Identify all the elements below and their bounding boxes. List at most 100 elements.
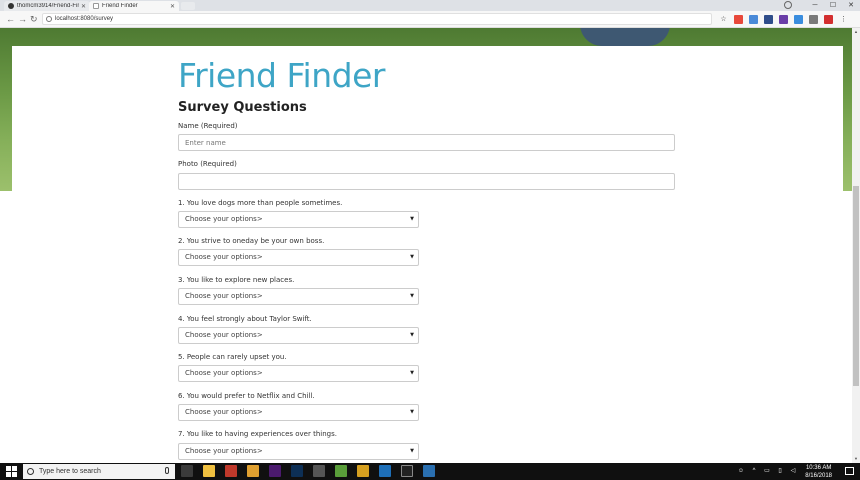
page-scrollbar[interactable]: ▲ ▼ — [852, 28, 860, 463]
question-5-label: 5. People can rarely upset you. — [178, 353, 287, 361]
caret-down-icon: ▼ — [410, 216, 414, 222]
profile-icon[interactable] — [784, 1, 792, 9]
extension-icon[interactable] — [764, 15, 773, 24]
extension-icons: ☆ ⋮ — [719, 15, 854, 24]
tab-friend-finder[interactable]: Friend Finder ✕ — [89, 1, 179, 11]
select-value: Choose your options> — [185, 253, 263, 261]
reload-button[interactable]: ↻ — [30, 14, 38, 25]
question-2-select[interactable]: Choose your options> ▼ — [178, 249, 419, 266]
question-7-select[interactable]: Choose your options> ▼ — [178, 443, 419, 460]
question-7-label: 7. You like to having experiences over t… — [178, 430, 337, 438]
question-1-label: 1. You love dogs more than people someti… — [178, 199, 343, 207]
task-view-icon[interactable] — [181, 465, 193, 477]
question-5-select[interactable]: Choose your options> ▼ — [178, 365, 419, 382]
extension-icon[interactable] — [734, 15, 743, 24]
question-3-select[interactable]: Choose your options> ▼ — [178, 288, 419, 305]
scroll-up-icon[interactable]: ▲ — [852, 28, 860, 36]
caret-down-icon: ▼ — [410, 254, 414, 260]
tab-title: thomcm3914/Friend-Fin — [17, 3, 79, 9]
close-window-button[interactable]: ✕ — [842, 0, 860, 11]
select-value: Choose your options> — [185, 447, 263, 455]
premiere-icon[interactable] — [269, 465, 281, 477]
question-6-select[interactable]: Choose your options> ▼ — [178, 404, 419, 421]
system-tray: ☺ ^ ▭ ▯ ◁ — [737, 467, 802, 475]
store-icon[interactable] — [313, 465, 325, 477]
photoshop-icon[interactable] — [291, 465, 303, 477]
question-4-label: 4. You feel strongly about Taylor Swift. — [178, 315, 312, 323]
extension-icon[interactable] — [749, 15, 758, 24]
question-4-select[interactable]: Choose your options> ▼ — [178, 327, 419, 344]
volume-icon[interactable]: ◁ — [789, 467, 797, 475]
select-value: Choose your options> — [185, 408, 263, 416]
people-icon[interactable]: ☺ — [737, 467, 745, 475]
name-input[interactable] — [178, 134, 675, 151]
pdf-icon[interactable] — [824, 15, 833, 24]
select-value: Choose your options> — [185, 292, 263, 300]
page-icon — [93, 3, 99, 9]
scroll-down-icon[interactable]: ▼ — [852, 455, 860, 463]
browser-toolbar: ← → ↻ localhost:8080/survey ☆ ⋮ — [0, 11, 860, 28]
terminal-icon[interactable] — [401, 465, 413, 477]
clock-time: 10:36 AM — [805, 465, 832, 471]
microphone-icon[interactable] — [165, 467, 169, 474]
taskbar: Type here to search ☺ ^ ▭ ▯ ◁ 10:36 AM 8… — [0, 463, 860, 480]
menu-icon[interactable]: ⋮ — [839, 15, 848, 24]
clock-date: 8/16/2018 — [805, 473, 832, 479]
file-explorer-icon[interactable] — [203, 465, 215, 477]
survey-heading: Survey Questions — [178, 100, 307, 115]
page-title: Friend Finder — [178, 56, 385, 95]
photo-input[interactable] — [178, 173, 675, 190]
close-icon[interactable]: ✕ — [170, 3, 175, 10]
taskbar-search[interactable]: Type here to search — [23, 464, 175, 479]
name-label: Name (Required) — [178, 122, 238, 130]
notifications-icon[interactable] — [845, 467, 854, 475]
select-value: Choose your options> — [185, 331, 263, 339]
question-6-label: 6. You would prefer to Netflix and Chill… — [178, 392, 315, 400]
extension-icon[interactable] — [809, 15, 818, 24]
address-bar[interactable]: localhost:8080/survey — [42, 13, 712, 25]
info-icon[interactable] — [46, 16, 52, 22]
caret-down-icon: ▼ — [410, 332, 414, 338]
windows-start-icon[interactable] — [6, 466, 17, 477]
minimize-button[interactable]: ─ — [806, 0, 824, 11]
taskbar-apps — [181, 465, 445, 477]
battery-icon[interactable]: ▯ — [776, 467, 784, 475]
caret-down-icon: ▼ — [410, 293, 414, 299]
question-1-select[interactable]: Choose your options> ▼ — [178, 211, 419, 228]
tab-github[interactable]: thomcm3914/Friend-Fin ✕ — [4, 1, 90, 11]
photo-label: Photo (Required) — [178, 160, 237, 168]
scroll-thumb[interactable] — [853, 186, 859, 386]
back-button[interactable]: ← — [6, 14, 15, 25]
vscode-icon[interactable] — [379, 465, 391, 477]
chevron-up-icon[interactable]: ^ — [750, 467, 758, 475]
search-placeholder: Type here to search — [39, 468, 101, 475]
app-icon[interactable] — [335, 465, 347, 477]
browser-tabstrip: thomcm3914/Friend-Fin ✕ Friend Finder ✕ … — [0, 0, 860, 11]
extension-icon[interactable] — [779, 15, 788, 24]
star-icon[interactable]: ☆ — [719, 15, 728, 24]
app-icon[interactable] — [225, 465, 237, 477]
close-icon[interactable]: ✕ — [81, 3, 86, 10]
forward-button[interactable]: → — [18, 14, 27, 25]
network-icon[interactable]: ▭ — [763, 467, 771, 475]
cortana-icon — [27, 468, 34, 475]
window-controls: ─ ☐ ✕ — [806, 0, 860, 11]
new-tab-button[interactable] — [181, 2, 195, 10]
maximize-button[interactable]: ☐ — [824, 0, 842, 11]
tab-title: Friend Finder — [102, 3, 138, 9]
caret-down-icon: ▼ — [410, 448, 414, 454]
select-value: Choose your options> — [185, 215, 263, 223]
survey-container: Friend Finder Survey Questions Name (Req… — [12, 46, 843, 463]
page-viewport: Friend Finder Survey Questions Name (Req… — [0, 28, 852, 463]
chrome-icon[interactable] — [247, 465, 259, 477]
question-3-label: 3. You like to explore new places. — [178, 276, 295, 284]
app-icon[interactable] — [423, 465, 435, 477]
caret-down-icon: ▼ — [410, 370, 414, 376]
github-icon — [8, 3, 14, 9]
hero-image-detail — [580, 28, 670, 46]
extension-icon[interactable] — [794, 15, 803, 24]
caret-down-icon: ▼ — [410, 409, 414, 415]
select-value: Choose your options> — [185, 369, 263, 377]
clock[interactable]: 10:36 AM 8/16/2018 — [805, 465, 832, 479]
app-icon[interactable] — [357, 465, 369, 477]
